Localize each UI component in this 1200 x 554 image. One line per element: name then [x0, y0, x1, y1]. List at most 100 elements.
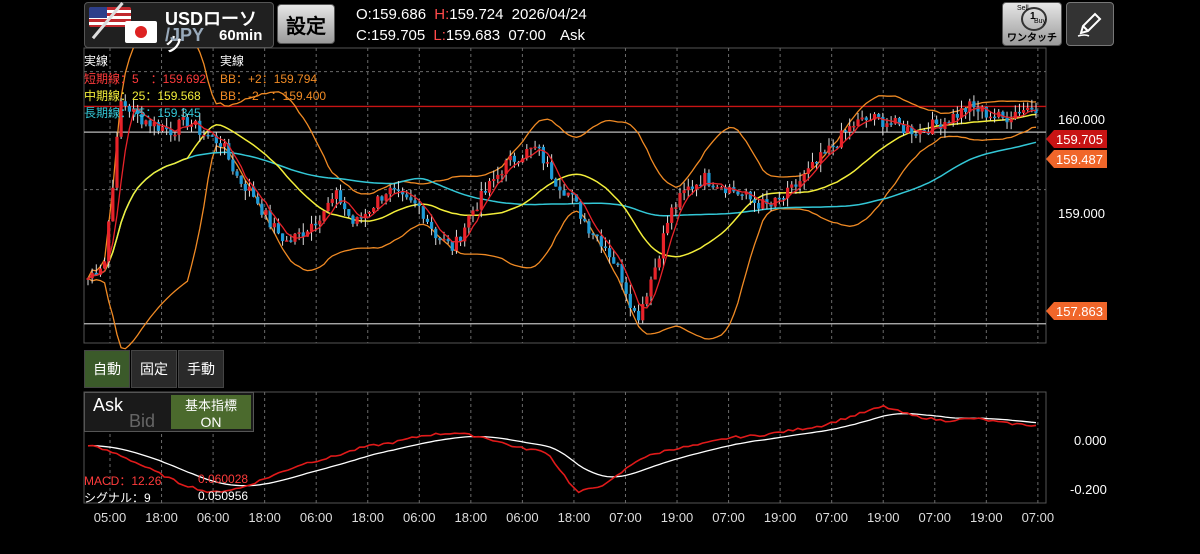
candle-body — [471, 210, 475, 216]
candle-body — [429, 221, 434, 229]
candle-body — [848, 126, 852, 132]
candle-body — [632, 307, 637, 311]
currency-pair-block[interactable]: USDローソク /JPY 60min — [84, 2, 274, 55]
time-value: 07:00 — [508, 27, 546, 44]
candle-body — [827, 145, 831, 153]
time-tick-label: 19:00 — [866, 510, 900, 525]
time-tick-label: 06:00 — [506, 510, 539, 525]
scale-fixed-button[interactable]: 固定 — [131, 350, 177, 388]
candle-body — [678, 193, 682, 208]
candle-body — [806, 168, 810, 174]
time-tick-label: 06:00 — [403, 510, 436, 525]
candle-body — [260, 203, 264, 215]
time-tick-label: 06:00 — [299, 510, 333, 525]
candle-body — [334, 190, 338, 199]
bid-price-value: 159.487 — [1056, 151, 1103, 167]
candle-body — [413, 200, 417, 204]
candle-body — [384, 194, 388, 201]
candle-body — [901, 124, 906, 134]
ask-price-value: 159.705 — [1056, 131, 1103, 147]
scale-manual-button[interactable]: 手動 — [178, 350, 224, 388]
candle-body — [649, 279, 653, 297]
candle-body — [1009, 118, 1013, 123]
candle-body — [930, 119, 935, 135]
long-ma-line — [87, 141, 1037, 279]
low-label: L: — [433, 27, 446, 44]
candle-body — [318, 220, 322, 225]
candle-body — [405, 194, 409, 198]
timeframe-label: 60min — [219, 27, 263, 44]
candle-body — [264, 210, 268, 215]
candle-body — [396, 189, 401, 191]
legend-bb-plus: BB：+2：159.794 — [220, 72, 318, 86]
candle-body — [537, 146, 541, 149]
candle-body — [367, 211, 372, 214]
candle-body — [1026, 107, 1030, 111]
low-price-value: 157.863 — [1056, 303, 1103, 319]
candle-body — [993, 116, 997, 119]
open-label: O: — [356, 6, 372, 23]
candle-body — [500, 173, 504, 176]
macd-label: MACD：12.26 — [84, 474, 162, 488]
candle-body — [690, 186, 695, 189]
draw-tool-button[interactable] — [1066, 2, 1114, 46]
candle-body — [148, 120, 152, 127]
candle-body — [492, 179, 496, 181]
candle-body — [512, 155, 516, 162]
candle-body — [636, 310, 641, 321]
macd-tick-zero: 0.000 — [1074, 433, 1107, 448]
candle-body — [935, 119, 939, 125]
scale-auto-label: 自動 — [93, 361, 121, 377]
candle-body — [562, 190, 566, 196]
candle-body — [276, 223, 281, 234]
time-tick-label: 07:00 — [1021, 510, 1055, 525]
indicator-toggle[interactable]: Ask Bid 基本指標 ON — [84, 392, 254, 432]
candle-body — [554, 178, 558, 187]
candle-body — [645, 296, 649, 305]
time-tick-label: 19:00 — [763, 510, 797, 525]
candle-body — [550, 162, 554, 179]
candle-body — [1030, 107, 1034, 110]
candle-body — [616, 263, 620, 266]
ask-toggle-label: Ask — [93, 395, 124, 415]
candle-body — [392, 187, 396, 190]
candle-body — [376, 196, 380, 208]
legend-right-title: 実線 — [220, 54, 245, 68]
bb-lower-line — [87, 126, 1037, 350]
scale-auto-button[interactable]: 自動 — [84, 350, 130, 388]
short-ma-line — [87, 107, 1037, 309]
settings-button[interactable]: 設定 — [277, 4, 335, 44]
candle-body — [823, 152, 827, 154]
one-touch-label: ワンタッチ — [1007, 32, 1057, 44]
candle-body — [972, 101, 976, 108]
candle-body — [885, 123, 889, 128]
candle-body — [202, 134, 206, 137]
candle-body — [330, 198, 334, 203]
legend-left-title: 実線 — [84, 54, 109, 68]
price-side-value: Ask — [560, 27, 586, 44]
one-touch-button[interactable]: Sell 1 Buy ワンタッチ — [1002, 2, 1062, 46]
time-tick-label: 18:00 — [248, 510, 281, 525]
candle-body — [388, 187, 392, 195]
sell-buy-icon: Sell 1 Buy — [1017, 5, 1047, 31]
candle-body — [686, 186, 690, 191]
candle-body — [467, 215, 471, 228]
candle-body — [545, 162, 550, 164]
candle-body — [1013, 111, 1017, 119]
candle-body — [347, 209, 351, 216]
time-tick-label: 07:00 — [712, 510, 745, 525]
candle-body — [595, 234, 599, 237]
candle-body — [235, 171, 239, 176]
candle-body — [608, 248, 612, 258]
candle-body — [343, 203, 347, 210]
candle-body — [417, 203, 421, 207]
candle-body — [587, 221, 591, 234]
candle-body — [496, 174, 500, 180]
time-tick-label: 19:00 — [970, 510, 1003, 525]
high-label: H: — [434, 6, 450, 23]
time-tick-label: 18:00 — [557, 510, 591, 525]
candle-body — [736, 191, 740, 195]
candle-body — [988, 116, 993, 119]
indicator-on-button[interactable]: 基本指標 ON — [171, 395, 251, 430]
candle-body — [231, 159, 235, 172]
